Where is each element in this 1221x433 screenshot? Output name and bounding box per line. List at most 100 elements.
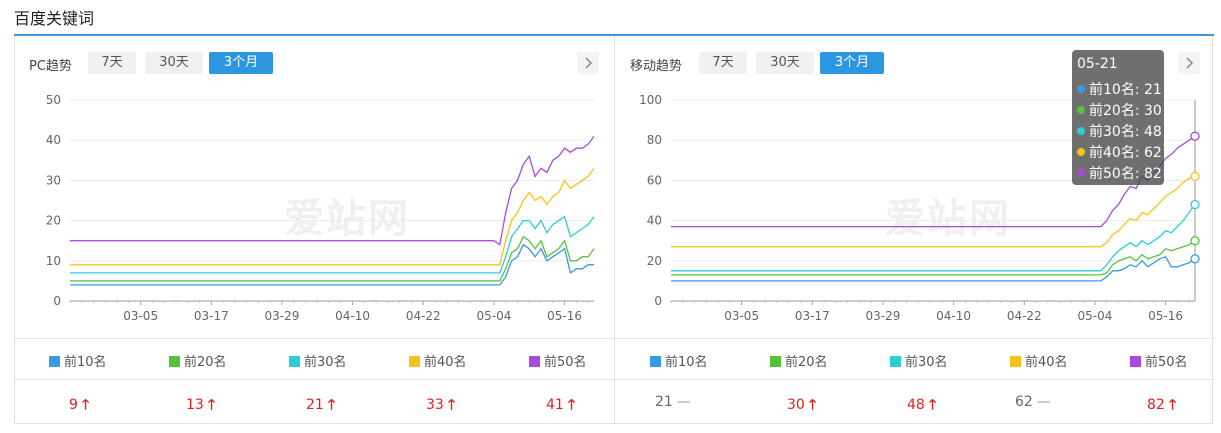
- x-tick-label: 04-22: [1007, 309, 1042, 323]
- value-number: 41: [546, 397, 564, 413]
- y-tick-label: 100: [639, 93, 662, 107]
- arrow-up-icon: 🡑: [447, 397, 456, 413]
- legend-swatch: [1130, 356, 1141, 367]
- legend-label: 前20名: [785, 355, 828, 370]
- value-number: 21: [306, 397, 324, 413]
- tooltip-row: 前10名: 21: [1077, 79, 1162, 99]
- legend-label: 前10名: [665, 355, 708, 370]
- y-tick-label: 0: [53, 294, 61, 308]
- x-tick-label: 04-22: [406, 309, 441, 323]
- pc-trend-panel: 爱站网 PC趋势 7天 30天 3个月 0 10 20 30 40 50 03-05 03-1…: [14, 36, 614, 424]
- tooltip-dot: [1077, 148, 1085, 156]
- value-top40: 33 🡑: [426, 394, 455, 418]
- y-tick-label: 40: [46, 133, 61, 147]
- arrow-up-icon: 🡑: [567, 397, 576, 413]
- range-7d-button[interactable]: 7天: [699, 52, 747, 74]
- legend-item-top20[interactable]: 前20名: [169, 351, 227, 370]
- value-top30: 48 🡑: [907, 394, 936, 418]
- hover-point-top50: [1190, 131, 1200, 141]
- mobile-values: 21— 30 🡑 48 🡑 62— 82 🡑: [615, 380, 1214, 424]
- x-tick-label: 03-29: [265, 309, 300, 323]
- legend-item-top20[interactable]: 前20名: [770, 351, 828, 370]
- next-page-button[interactable]: [577, 52, 599, 74]
- legend-label: 前40名: [424, 355, 467, 370]
- legend-swatch: [1010, 356, 1021, 367]
- tooltip-dot: [1077, 106, 1085, 114]
- range-30d-button[interactable]: 30天: [756, 52, 814, 74]
- chevron-right-icon: [585, 57, 593, 69]
- next-page-button[interactable]: [1178, 52, 1200, 74]
- legend-item-top10[interactable]: 前10名: [49, 351, 107, 370]
- arrow-up-icon: 🡑: [928, 397, 937, 413]
- dash-icon: —: [676, 394, 691, 410]
- pc-trend-title: PC趋势: [29, 59, 72, 74]
- legend-swatch: [169, 356, 180, 367]
- range-7d-button[interactable]: 7天: [88, 52, 136, 74]
- value-number: 82: [1147, 397, 1165, 413]
- legend-swatch: [650, 356, 661, 367]
- range-3m-button[interactable]: 3个月: [820, 52, 884, 74]
- x-tick-label: 03-29: [866, 309, 901, 323]
- legend-item-top40[interactable]: 前40名: [1010, 351, 1068, 370]
- value-number: 33: [426, 397, 444, 413]
- legend-item-top30[interactable]: 前30名: [289, 351, 347, 370]
- legend-label: 前50名: [1145, 355, 1188, 370]
- legend-item-top10[interactable]: 前10名: [650, 351, 708, 370]
- tooltip-dot: [1077, 85, 1085, 93]
- mobile-legend: 前10名 前20名 前30名 前40名 前50名: [615, 338, 1214, 380]
- legend-swatch: [529, 356, 540, 367]
- tooltip-row: 前40名: 62: [1077, 142, 1162, 162]
- x-tick-label: 03-17: [194, 309, 229, 323]
- y-tick-label: 60: [647, 173, 662, 187]
- y-tick-label: 50: [46, 93, 61, 107]
- x-tick-label: 03-05: [123, 309, 158, 323]
- legend-swatch: [770, 356, 781, 367]
- arrow-up-icon: 🡑: [327, 397, 336, 413]
- x-tick-label: 05-16: [1148, 309, 1183, 323]
- tooltip-date: 05-21: [1077, 56, 1118, 72]
- pc-panel-header: PC趋势 7天 30天 3个月: [14, 51, 614, 77]
- value-number: 13: [186, 397, 204, 413]
- x-tick-label: 05-04: [1077, 309, 1112, 323]
- range-3m-button[interactable]: 3个月: [209, 52, 273, 74]
- arrow-up-icon: 🡑: [808, 397, 817, 413]
- value-number: 62: [1015, 394, 1033, 410]
- legend-label: 前30名: [304, 355, 347, 370]
- legend-label: 前50名: [544, 355, 587, 370]
- chevron-right-icon: [1186, 57, 1194, 69]
- value-top10: 21—: [655, 394, 691, 410]
- arrow-up-icon: 🡑: [1168, 397, 1177, 413]
- value-number: 30: [787, 397, 805, 413]
- y-tick-label: 10: [46, 254, 61, 268]
- legend-swatch: [409, 356, 420, 367]
- range-30d-button[interactable]: 30天: [145, 52, 203, 74]
- legend-item-top50[interactable]: 前50名: [1130, 351, 1188, 370]
- legend-item-top40[interactable]: 前40名: [409, 351, 467, 370]
- tooltip-text: 前30名: 48: [1089, 124, 1162, 140]
- tooltip-text: 前50名: 82: [1089, 166, 1162, 182]
- value-top50: 82 🡑: [1147, 394, 1176, 418]
- arrow-up-icon: 🡑: [81, 397, 90, 413]
- series-line-top40: [671, 175, 1196, 248]
- x-tick-label: 05-04: [476, 309, 511, 323]
- value-top30: 21 🡑: [306, 394, 335, 418]
- chart-tooltip: 05-21 前10名: 21 前20名: 30 前30名: 48 前40名: 6…: [1072, 50, 1164, 185]
- y-tick-label: 80: [647, 133, 662, 147]
- legend-item-top30[interactable]: 前30名: [890, 351, 948, 370]
- tooltip-dot: [1077, 169, 1085, 177]
- hover-point-top10: [1190, 254, 1200, 264]
- legend-item-top50[interactable]: 前50名: [529, 351, 587, 370]
- legend-label: 前30名: [905, 355, 948, 370]
- legend-swatch: [49, 356, 60, 367]
- value-number: 21: [655, 394, 673, 410]
- hover-point-top20: [1190, 236, 1200, 246]
- page-title: 百度关键词: [14, 9, 95, 28]
- x-tick-label: 04-10: [936, 309, 971, 323]
- value-number: 48: [907, 397, 925, 413]
- legend-label: 前40名: [1025, 355, 1068, 370]
- tooltip-row: 前20名: 30: [1077, 100, 1162, 120]
- tooltip-text: 前10名: 21: [1089, 82, 1162, 98]
- y-tick-label: 20: [647, 254, 662, 268]
- value-top20: 30 🡑: [787, 394, 816, 418]
- x-tick-label: 03-17: [795, 309, 830, 323]
